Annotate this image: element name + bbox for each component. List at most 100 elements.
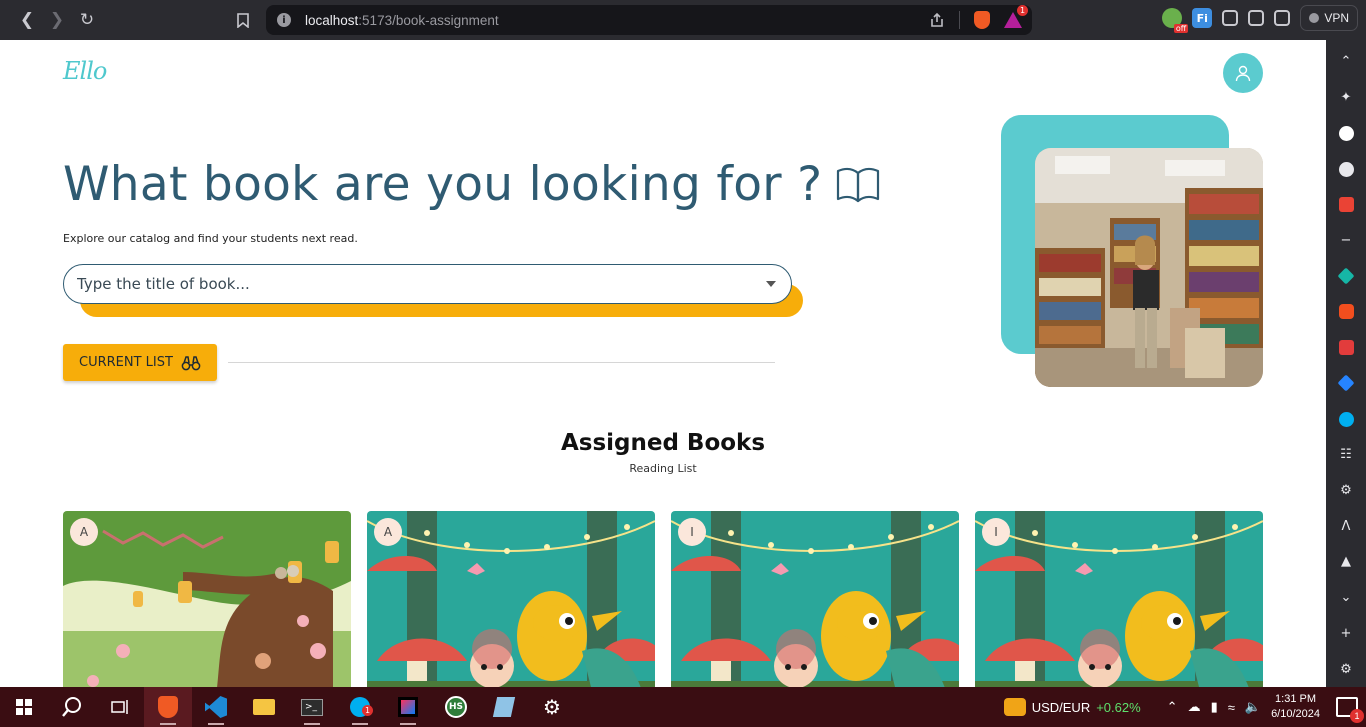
add-panel-icon[interactable]: +	[1336, 624, 1356, 644]
browser-sidebar: ⌃ ✦ − ☷ ⚙ Λ ▲ ⌄ + ⚙	[1326, 40, 1366, 687]
book-card[interactable]: A	[367, 511, 655, 687]
chevron-up-icon[interactable]: ⌃	[1336, 52, 1356, 72]
address-bar[interactable]: i localhost:5173/book-assignment 1	[266, 5, 1032, 35]
hs-app-icon[interactable]: HS	[432, 687, 480, 727]
app-logo[interactable]: Ello	[63, 57, 107, 85]
extension-off-badge: off	[1173, 24, 1189, 33]
search-icon[interactable]	[48, 687, 96, 727]
brave-rewards-icon[interactable]: 1	[1004, 5, 1029, 28]
leo-ai-icon[interactable]: ✦	[1336, 88, 1356, 108]
open-book-icon	[837, 167, 880, 202]
fi-extension-icon[interactable]: Fi	[1192, 8, 1213, 28]
reading-level-badge: A	[70, 518, 98, 546]
book-search-input[interactable]	[77, 275, 766, 293]
vpn-button[interactable]: VPN	[1300, 5, 1358, 31]
diamond-icon[interactable]	[1336, 266, 1356, 286]
site-info-icon[interactable]: i	[277, 13, 291, 27]
reading-level-badge: A	[374, 518, 402, 546]
windows-taskbar: >_ 1 HS ⚙ USD/EUR +0.62% ⌃ ☁ ▮ ≈ 🔈 1:31 …	[0, 687, 1366, 727]
skype-icon[interactable]	[1336, 409, 1356, 429]
clock-date: 6/10/2024	[1271, 708, 1320, 720]
tray-chevron-up-icon[interactable]: ⌃	[1167, 699, 1178, 715]
taskbar-clock[interactable]: 1:31 PM 6/10/2024	[1271, 692, 1320, 722]
windows-start-icon[interactable]	[0, 687, 48, 727]
vscode-icon[interactable]	[192, 687, 240, 727]
current-list-label: CURRENT LIST	[79, 355, 173, 370]
hero-title-text: What book are you looking for ?	[63, 157, 823, 212]
binoculars-icon	[181, 355, 201, 370]
figma-icon[interactable]	[1336, 302, 1356, 322]
skype-badge: 1	[362, 705, 374, 716]
book-card-list: A A I I	[63, 511, 1263, 687]
battery-icon[interactable]: ▮	[1211, 699, 1218, 715]
intellij-icon[interactable]	[384, 687, 432, 727]
sidebar-settings-icon[interactable]: ⚙	[1336, 659, 1356, 679]
task-view-icon[interactable]	[96, 687, 144, 727]
notification-center-icon[interactable]: 1	[1336, 697, 1364, 723]
volume-icon[interactable]: 🔈	[1245, 699, 1261, 715]
brave-shields-icon[interactable]	[974, 11, 990, 29]
gmail-icon[interactable]	[1336, 195, 1356, 215]
url-host: localhost	[305, 12, 359, 28]
reading-list-subtitle: Reading List	[629, 462, 697, 475]
reading-level-badge: I	[678, 518, 706, 546]
settings-gear-icon[interactable]: ⚙	[1336, 481, 1356, 501]
grammar-extension-icon[interactable]: off	[1162, 8, 1189, 33]
chatgpt-icon[interactable]	[1336, 159, 1356, 179]
forward-icon[interactable]: ❯	[42, 5, 72, 35]
book-cover-dragon	[367, 511, 655, 687]
angular-icon[interactable]: Λ	[1336, 516, 1356, 536]
reload-icon[interactable]: ↻	[72, 5, 102, 35]
onedrive-cloud-icon[interactable]: ☁	[1188, 699, 1201, 715]
chevron-down-icon[interactable]: ⌄	[1336, 588, 1356, 608]
back-icon[interactable]: ❮	[12, 5, 42, 35]
hex-icon[interactable]	[1336, 338, 1356, 358]
book-search-combobox[interactable]	[63, 264, 792, 304]
reading-list-icon[interactable]: ☷	[1336, 445, 1356, 465]
file-explorer-icon[interactable]	[240, 687, 288, 727]
hero-subtitle: Explore our catalog and find your studen…	[63, 232, 358, 245]
system-tray: USD/EUR +0.62% ⌃ ☁ ▮ ≈ 🔈 1:31 PM 6/10/20…	[1003, 692, 1366, 723]
hero-title: What book are you looking for ?	[63, 157, 880, 212]
jira-icon[interactable]	[1336, 373, 1356, 393]
url-text[interactable]: localhost:5173/book-assignment	[305, 13, 499, 28]
assigned-books-title: Assigned Books	[560, 430, 766, 456]
skype-taskbar-icon[interactable]: 1	[336, 687, 384, 727]
book-card[interactable]: A	[63, 511, 351, 687]
book-card[interactable]: I	[975, 511, 1263, 687]
toolbar-separator	[959, 11, 960, 29]
currency-change: +0.62%	[1096, 699, 1141, 715]
terminal-icon[interactable]: >_	[288, 687, 336, 727]
extensions-puzzle-icon[interactable]	[1222, 10, 1239, 26]
triangle-icon[interactable]: ▲	[1336, 552, 1356, 572]
rewards-badge: 1	[1017, 5, 1029, 16]
brave-browser-icon[interactable]	[144, 687, 192, 727]
notes-app-icon[interactable]	[480, 687, 528, 727]
wallet-icon[interactable]	[1274, 10, 1291, 26]
wifi-icon[interactable]: ≈	[1228, 700, 1235, 715]
currency-coin-icon	[1003, 698, 1026, 716]
clock-time: 1:31 PM	[1275, 693, 1317, 705]
hero-library-photo	[1035, 148, 1263, 387]
share-icon[interactable]	[929, 12, 945, 28]
dropdown-caret-icon[interactable]	[766, 281, 776, 287]
dev-icon[interactable]: −	[1336, 231, 1356, 251]
github-icon[interactable]	[1336, 123, 1356, 143]
notification-count: 1	[1350, 709, 1364, 723]
book-cover-dragon	[975, 511, 1263, 687]
current-list-button[interactable]: CURRENT LIST	[63, 344, 217, 381]
vpn-label: VPN	[1324, 11, 1349, 25]
user-icon	[1235, 65, 1251, 82]
vpn-status-icon	[1309, 13, 1320, 23]
reading-level-badge: I	[982, 518, 1010, 546]
sidebar-toggle-icon[interactable]	[1248, 10, 1265, 26]
settings-icon[interactable]: ⚙	[528, 687, 576, 727]
currency-widget[interactable]: USD/EUR +0.62%	[1003, 698, 1141, 716]
browser-toolbar: ❮ ❯ ↻ i localhost:5173/book-assignment 1…	[0, 0, 1366, 40]
currency-pair: USD/EUR	[1031, 699, 1091, 715]
web-page: Ello What book are you looking for ? Exp…	[0, 40, 1326, 687]
book-card[interactable]: I	[671, 511, 959, 687]
user-avatar-button[interactable]	[1223, 53, 1263, 93]
bookmark-icon[interactable]	[228, 5, 258, 35]
book-cover-dragon	[671, 511, 959, 687]
